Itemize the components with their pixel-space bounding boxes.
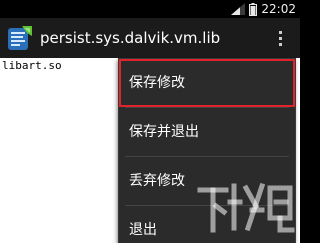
overflow-dot — [278, 30, 282, 34]
action-bar: persist.sys.dalvik.vm.lib — [0, 18, 300, 58]
overflow-dot — [278, 36, 282, 40]
editor-content[interactable]: libart.so — [2, 59, 62, 73]
overflow-menu-icon[interactable] — [270, 26, 290, 50]
status-time: 22:02 — [261, 2, 296, 16]
battery-icon — [249, 2, 258, 16]
app-icon[interactable] — [7, 25, 33, 51]
signal-icon — [231, 3, 246, 15]
app-title: persist.sys.dalvik.vm.lib — [40, 29, 221, 47]
status-indicators: 22:02 — [231, 0, 296, 18]
status-bar: 22:02 — [0, 0, 300, 18]
overflow-dot — [278, 42, 282, 46]
menu-item-save-and-exit[interactable]: 保存并退出 — [119, 108, 295, 156]
menu-item-save-changes[interactable]: 保存修改 — [119, 59, 295, 107]
watermark-logo — [197, 182, 295, 233]
phone-screen: 22:02 persist.sys.dalvik.vm.lib libart.s… — [0, 0, 300, 243]
